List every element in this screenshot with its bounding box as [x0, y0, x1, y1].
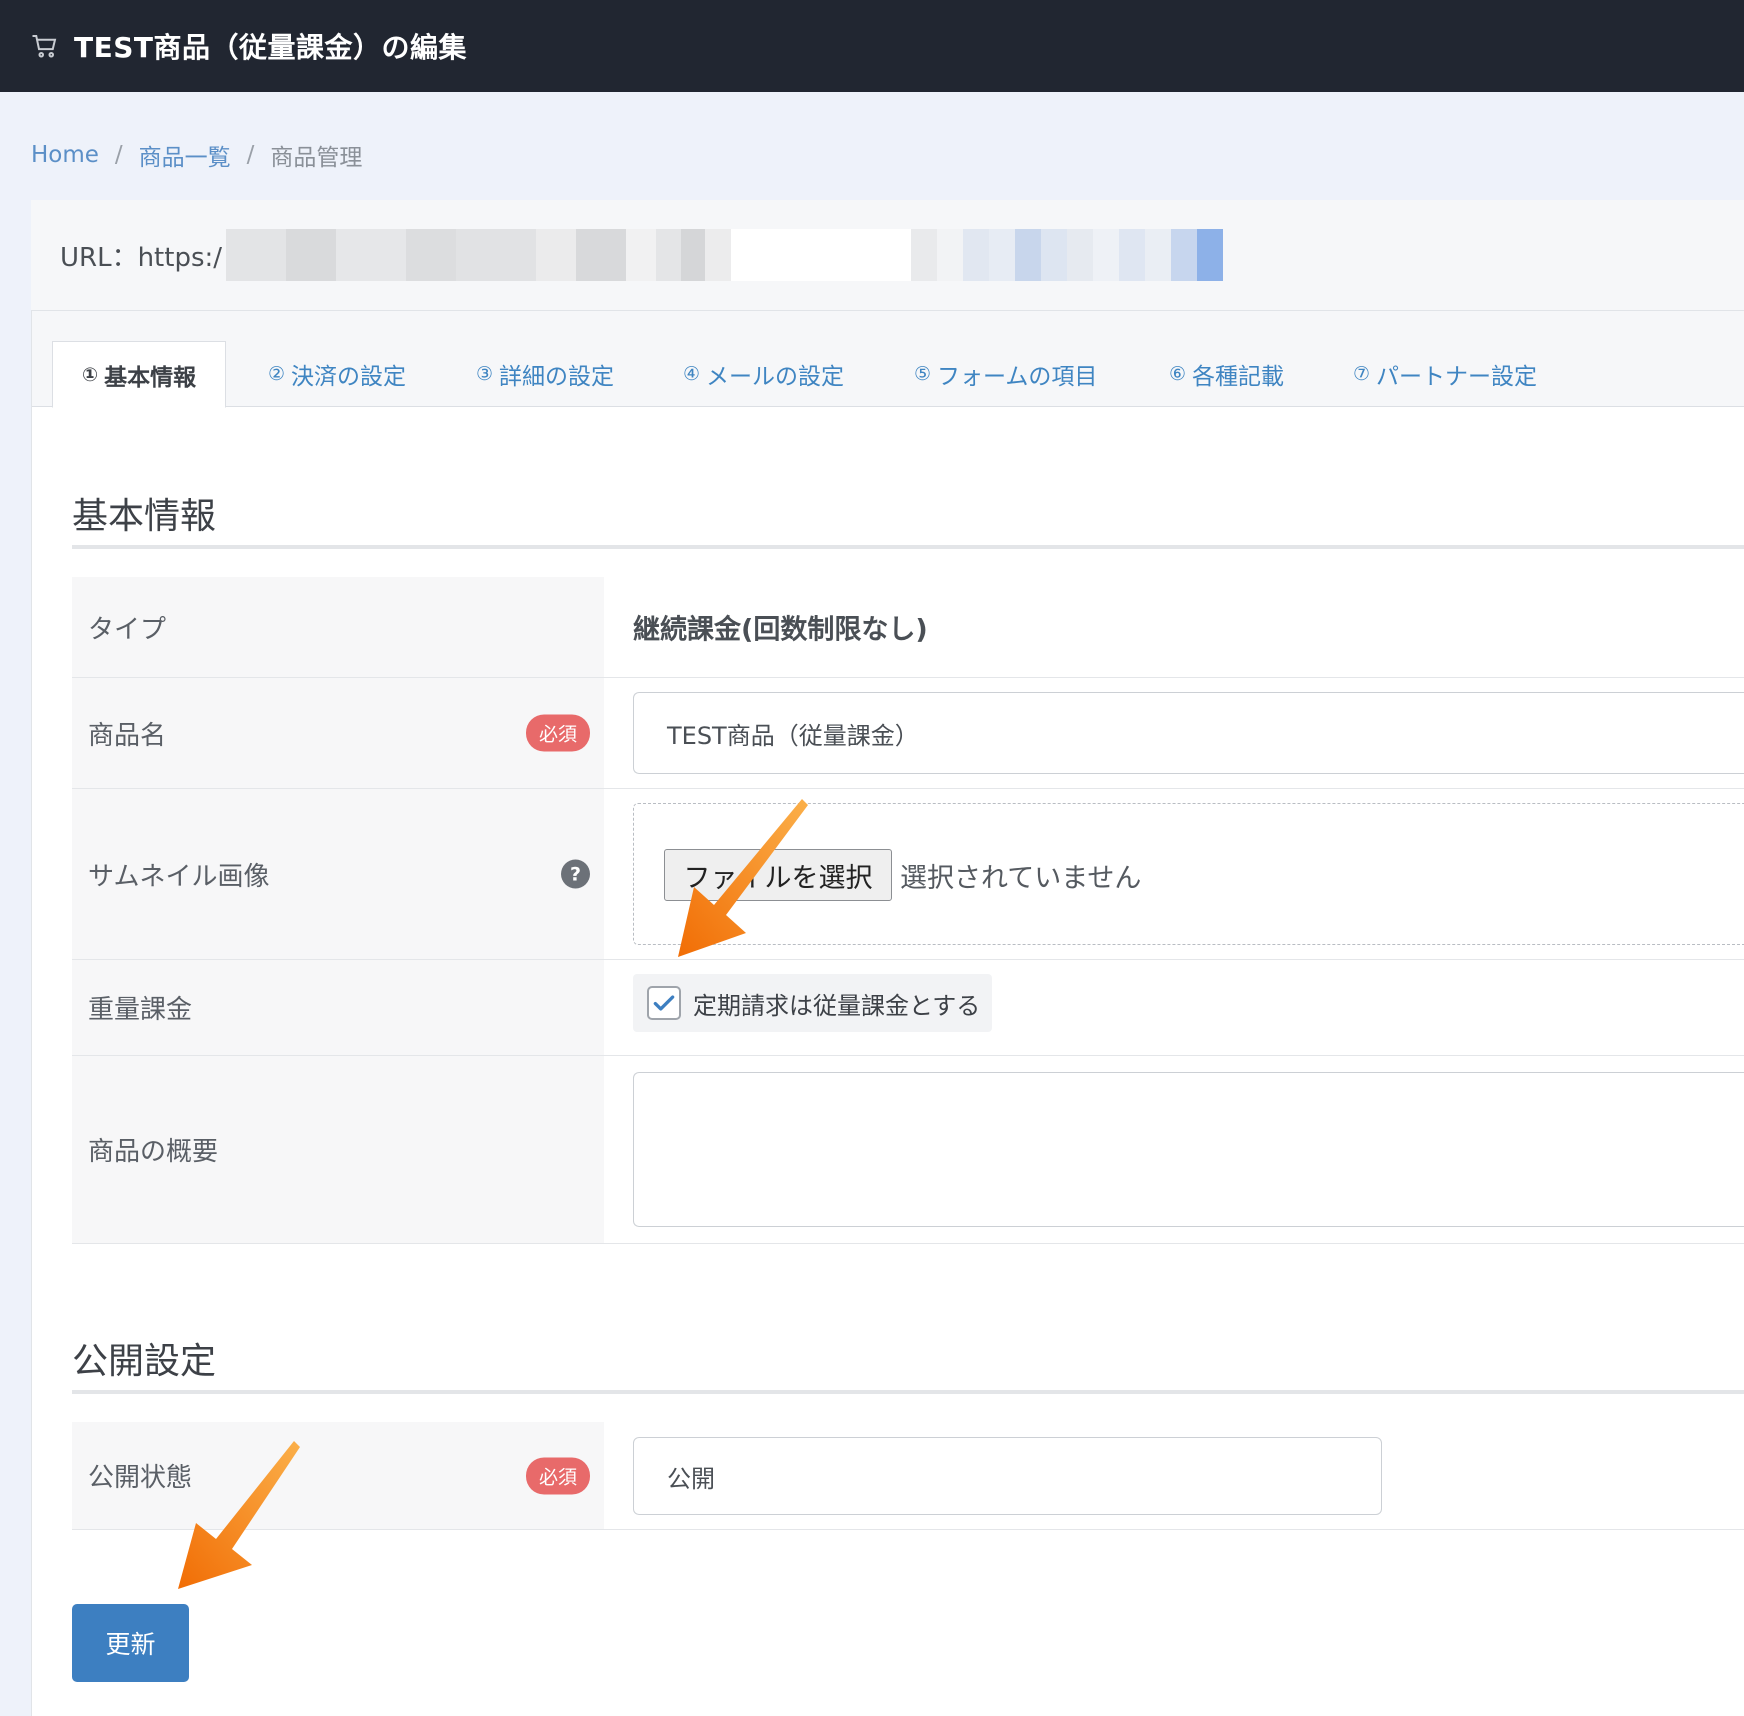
breadcrumb-separator: /	[246, 142, 255, 168]
form-row-thumbnail: サムネイル画像 ? ファイルを選択 選択されていません	[72, 789, 1744, 960]
breadcrumb-separator: /	[114, 142, 123, 168]
edit-card: ① 基本情報 ② 決済の設定 ③ 詳細の設定 ④ メールの設定 ⑤ フォームの項…	[31, 310, 1744, 1716]
field-value: 公開	[604, 1422, 1744, 1529]
section-divider	[72, 545, 1744, 549]
tab-label: パートナー設定	[1376, 364, 1538, 390]
thumbnail-label: サムネイル画像	[88, 861, 270, 892]
tab-number: ⑤	[914, 363, 932, 385]
breadcrumb-current: 商品管理	[270, 145, 363, 171]
summary-label: 商品の概要	[88, 1137, 219, 1167]
breadcrumb-product-list[interactable]: 商品一覧	[139, 138, 231, 172]
tab-partner-settings[interactable]: ⑦ パートナー設定	[1353, 341, 1537, 407]
tab-bar: ① 基本情報 ② 決済の設定 ③ 詳細の設定 ④ メールの設定 ⑤ フォームの項…	[32, 311, 1744, 408]
summary-textarea[interactable]	[633, 1072, 1744, 1227]
tab-basic-info[interactable]: ① 基本情報	[52, 341, 227, 408]
tab-notations[interactable]: ⑥ 各種記載	[1169, 341, 1284, 407]
tab-form-fields[interactable]: ⑤ フォームの項目	[914, 341, 1097, 407]
tab-payment-settings[interactable]: ② 決済の設定	[268, 341, 406, 407]
product-name-input[interactable]: TEST商品（従量課金）	[633, 692, 1744, 774]
masked-url	[226, 229, 1224, 281]
section-title-basic-info: 基本情報	[72, 496, 217, 537]
breadcrumb: Home / 商品一覧 / 商品管理	[31, 138, 362, 172]
file-status-text: 選択されていません	[900, 862, 1142, 894]
tab-mail-settings[interactable]: ④ メールの設定	[683, 341, 844, 407]
field-label: タイプ	[72, 577, 604, 677]
publish-status-select[interactable]: 公開	[633, 1437, 1382, 1515]
update-button[interactable]: 更新	[72, 1604, 189, 1682]
required-badge: 必須	[525, 714, 590, 752]
breadcrumb-home[interactable]: Home	[31, 142, 99, 168]
type-label: タイプ	[88, 614, 167, 645]
field-label: 公開状態 必須	[72, 1422, 604, 1529]
field-label: 商品の概要	[72, 1056, 604, 1243]
tab-number: ④	[683, 363, 701, 385]
form-row-product-name: 商品名 必須 TEST商品（従量課金）	[72, 678, 1744, 789]
thumbnail-dropzone[interactable]: ファイルを選択 選択されていません	[633, 803, 1744, 945]
field-label: サムネイル画像 ?	[72, 789, 604, 959]
product-name-label: 商品名	[88, 720, 167, 751]
tab-label: メールの設定	[706, 364, 845, 390]
help-icon[interactable]: ?	[561, 859, 590, 889]
cart-icon	[32, 35, 57, 58]
metered-billing-label: 重量課金	[88, 995, 193, 1025]
field-value: TEST商品（従量課金）	[604, 678, 1744, 788]
product-name-value: TEST商品（従量課金）	[667, 721, 919, 750]
tab-number: ③	[476, 363, 494, 385]
section-divider	[72, 1390, 1744, 1394]
field-label: 商品名 必須	[72, 678, 604, 788]
top-bar: TEST商品（従量課金）の編集	[0, 0, 1744, 92]
page-title: TEST商品（従量課金）の編集	[74, 31, 467, 64]
metered-billing-option[interactable]: 定期請求は従量課金とする	[633, 974, 993, 1032]
field-value: 継続課金(回数制限なし)	[604, 577, 1744, 677]
tab-detail-settings[interactable]: ③ 詳細の設定	[476, 341, 614, 407]
form-row-metered-billing: 重量課金 定期請求は従量課金とする	[72, 960, 1744, 1056]
check-icon	[653, 995, 675, 1011]
required-badge: 必須	[525, 1457, 590, 1494]
section-title-publish: 公開設定	[72, 1341, 217, 1382]
publish-status-label: 公開状態	[88, 1463, 193, 1493]
choose-file-button[interactable]: ファイルを選択	[664, 849, 892, 901]
tab-number: ⑦	[1353, 363, 1371, 385]
metered-billing-checkbox[interactable]	[647, 986, 681, 1020]
tab-number: ⑥	[1169, 363, 1187, 385]
metered-billing-checkbox-label: 定期請求は従量課金とする	[693, 991, 981, 1020]
url-bar: URL：https:/	[31, 200, 1744, 310]
tab-label: 詳細の設定	[499, 364, 615, 390]
tab-label: 決済の設定	[291, 364, 407, 390]
form-row-summary: 商品の概要	[72, 1056, 1744, 1244]
field-value: ファイルを選択 選択されていません	[604, 789, 1744, 959]
url-label: URL：https:/	[60, 242, 223, 273]
tab-number: ①	[82, 363, 99, 386]
field-label: 重量課金	[72, 960, 604, 1055]
tab-number: ②	[268, 363, 286, 385]
field-value: 定期請求は従量課金とする	[604, 960, 1744, 1055]
form-row-type: タイプ 継続課金(回数制限なし)	[72, 577, 1744, 678]
publish-status-value: 公開	[667, 1464, 715, 1493]
type-value: 継続課金(回数制限なし)	[633, 614, 928, 646]
tab-label: 基本情報	[104, 364, 197, 391]
form-row-publish-status: 公開状態 必須 公開	[72, 1422, 1744, 1530]
tab-label: 各種記載	[1192, 364, 1285, 390]
field-value	[604, 1056, 1744, 1243]
tab-label: フォームの項目	[937, 364, 1098, 390]
